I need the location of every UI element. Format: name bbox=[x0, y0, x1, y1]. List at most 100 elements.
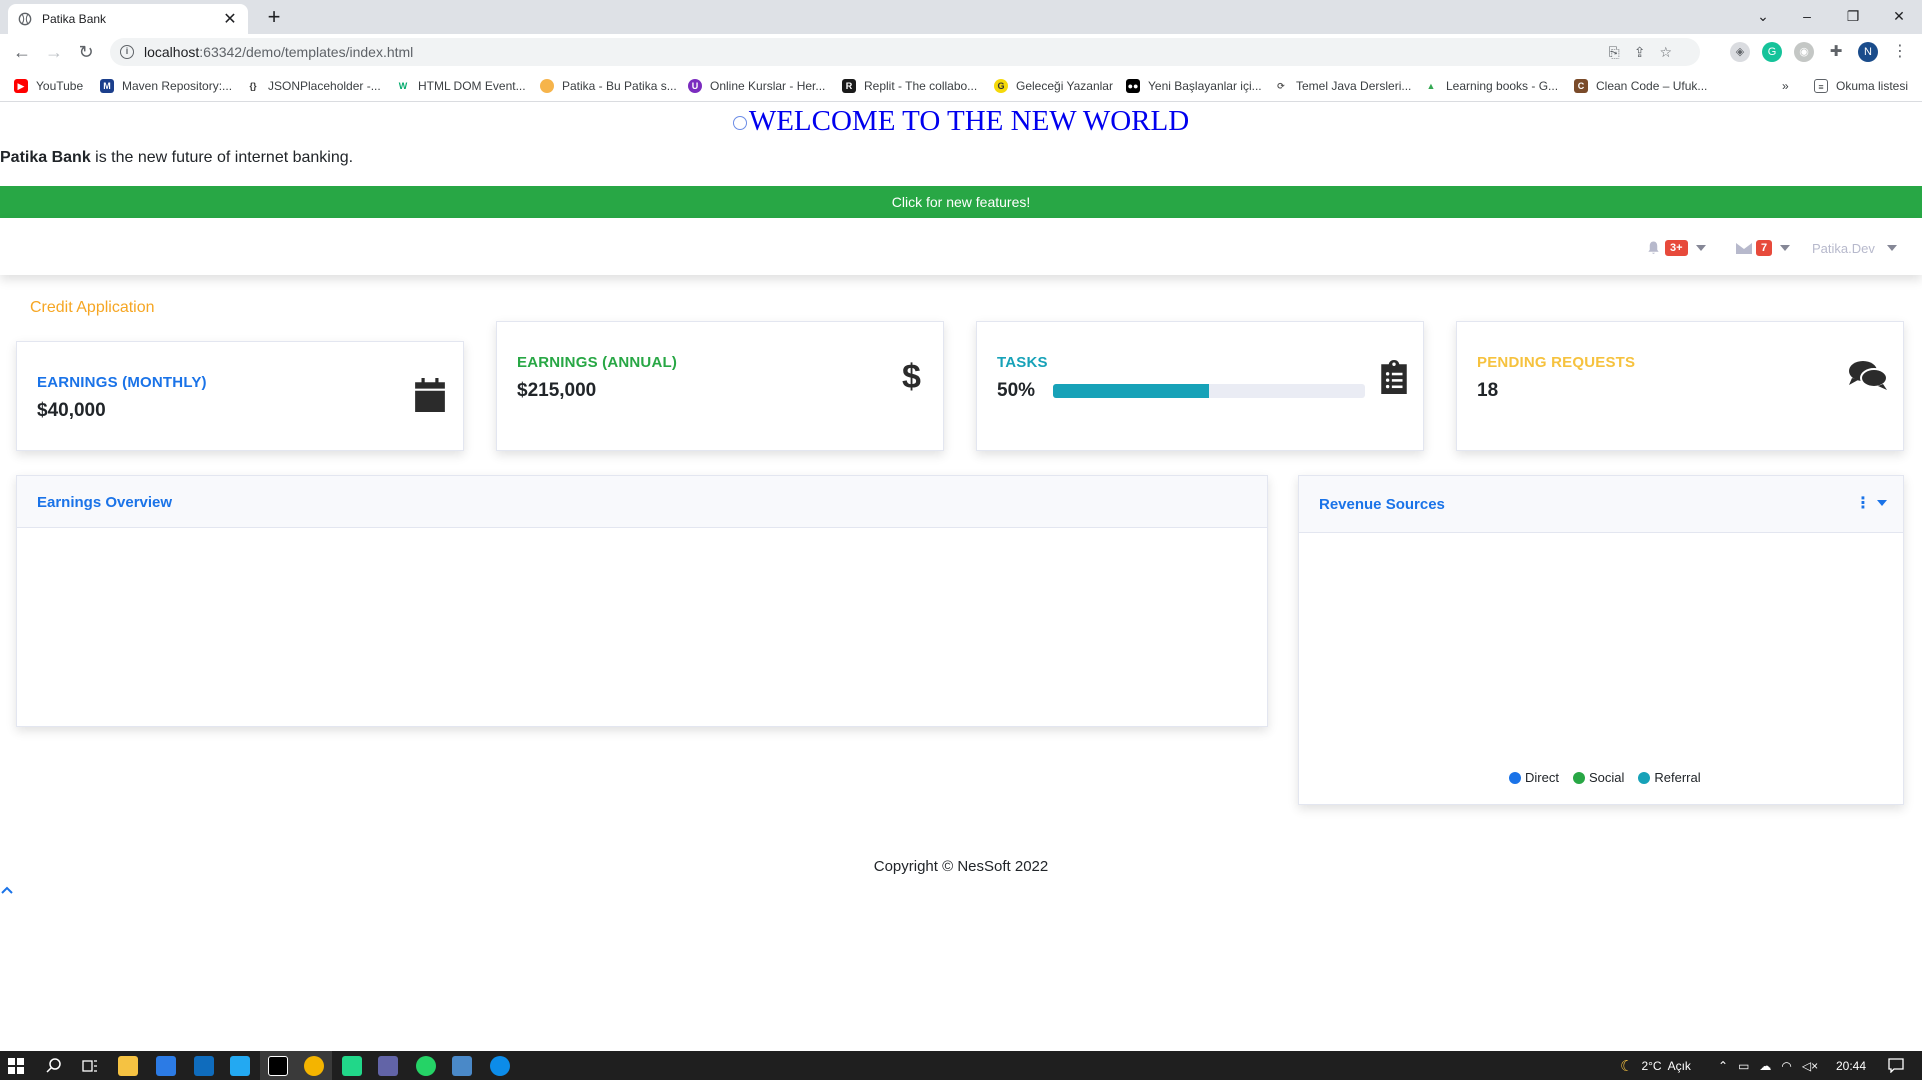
clean-code-icon: C bbox=[1574, 79, 1588, 93]
pycharm-icon[interactable] bbox=[342, 1056, 362, 1076]
teams-icon[interactable] bbox=[378, 1056, 398, 1076]
revenue-sources-title: Revenue Sources bbox=[1319, 496, 1445, 513]
comments-icon bbox=[1849, 361, 1887, 390]
windows-start-icon[interactable] bbox=[8, 1058, 24, 1074]
system-tray: ⌃ ▭ ☁ ◠ ◁× bbox=[1718, 1051, 1818, 1080]
dollar-sign-icon: $ bbox=[902, 358, 921, 392]
bookmark-youtube[interactable]: ▶ YouTube bbox=[14, 78, 83, 94]
close-tab-icon[interactable]: ✕ bbox=[222, 9, 238, 29]
battery-icon[interactable]: ▭ bbox=[1738, 1059, 1749, 1073]
bookmark-replit[interactable]: R Replit - The collabo... bbox=[842, 78, 977, 94]
intro-text: Patika Bank is the new future of interne… bbox=[0, 149, 353, 167]
task-view-icon[interactable] bbox=[82, 1058, 98, 1074]
intellij-icon[interactable] bbox=[268, 1056, 288, 1076]
file-explorer-icon[interactable] bbox=[118, 1056, 138, 1076]
edge-icon[interactable] bbox=[490, 1056, 510, 1076]
cloud-icon[interactable]: ☁ bbox=[1759, 1059, 1771, 1073]
new-tab-button[interactable]: + bbox=[262, 6, 286, 30]
caret-down-icon bbox=[1877, 500, 1887, 506]
tab-search-icon[interactable]: ⌄ bbox=[1740, 4, 1786, 28]
translate-icon[interactable]: ⎘ bbox=[1609, 44, 1620, 61]
legend-dot bbox=[1509, 771, 1521, 784]
info-icon[interactable]: i bbox=[120, 45, 134, 59]
bookmarks-bar: ▶ YouTube M Maven Repository:... {} JSONPla… bbox=[0, 70, 1922, 102]
share-icon[interactable]: ⇪ bbox=[1634, 44, 1646, 61]
w3schools-icon: W bbox=[396, 79, 410, 93]
revenue-sources-panel: Revenue Sources ⋮ Direct Social Referral bbox=[1298, 475, 1904, 805]
earnings-monthly-value: $40,000 bbox=[37, 400, 106, 421]
close-window-button[interactable]: ✕ bbox=[1876, 4, 1922, 28]
new-features-button[interactable]: Click for new features! bbox=[0, 186, 1922, 218]
bookmark-maven[interactable]: M Maven Repository:... bbox=[100, 78, 232, 94]
bookmark-clean-code[interactable]: C Clean Code – Ufuk... bbox=[1574, 78, 1707, 94]
forward-button[interactable]: → bbox=[42, 40, 66, 64]
menu-kebab-icon[interactable]: ⋮ bbox=[1890, 42, 1910, 62]
moon-icon: ☾ bbox=[1620, 1057, 1634, 1075]
browser-tab-bar: Patika Bank ✕ + ⌄ – ❐ ✕ bbox=[0, 0, 1922, 34]
maven-icon: M bbox=[100, 79, 114, 93]
mail-icon[interactable] bbox=[194, 1056, 214, 1076]
alerts-dropdown[interactable]: 3+ bbox=[1646, 236, 1706, 260]
weather-widget[interactable]: ☾ 2°C Açık bbox=[1620, 1051, 1691, 1080]
wifi-icon[interactable]: ◠ bbox=[1781, 1059, 1791, 1073]
volume-icon[interactable]: ◁× bbox=[1802, 1059, 1818, 1073]
chevron-up-icon[interactable]: ⌃ bbox=[1718, 1059, 1728, 1073]
messages-dropdown[interactable]: 7 bbox=[1736, 236, 1791, 260]
bookmark-patika[interactable]: Patika - Bu Patika s... bbox=[540, 78, 677, 94]
chrome-icon[interactable] bbox=[304, 1056, 324, 1076]
grammarly-extension-icon[interactable]: G bbox=[1762, 42, 1782, 62]
bookmark-jsonplaceholder[interactable]: {} JSONPlaceholder -... bbox=[246, 78, 381, 94]
extension-icon[interactable]: ◉ bbox=[1794, 42, 1814, 62]
weather-temperature: 2°C bbox=[1641, 1058, 1662, 1073]
bookmark-gelecegi-yazanlar[interactable]: G Geleceği Yazanlar bbox=[994, 78, 1113, 94]
bookmark-yeni-baslayanlar[interactable]: ●● Yeni Başlayanlar içi... bbox=[1126, 78, 1262, 94]
tab-title: Patika Bank bbox=[42, 12, 107, 26]
patika-icon bbox=[540, 79, 554, 93]
revenue-options-dropdown[interactable]: ⋮ bbox=[1855, 492, 1887, 514]
scroll-to-top-icon[interactable] bbox=[0, 883, 14, 897]
bookmark-learning-books[interactable]: ▲ Learning books - G... bbox=[1424, 78, 1558, 94]
reading-list-icon: ≡ bbox=[1814, 79, 1828, 93]
tasks-progress-fill bbox=[1053, 384, 1209, 398]
welcome-text: WELCOME TO THE NEW WORLD bbox=[748, 105, 1190, 137]
bookmark-html-dom[interactable]: W HTML DOM Event... bbox=[396, 78, 526, 94]
gy-icon: G bbox=[994, 79, 1008, 93]
store-icon[interactable] bbox=[156, 1056, 176, 1076]
search-icon[interactable] bbox=[46, 1058, 62, 1074]
earnings-annual-value: $215,000 bbox=[517, 380, 597, 401]
reload-button[interactable]: ↻ bbox=[74, 40, 98, 64]
page-content: WELCOME TO THE NEW WORLD Patika Bank is … bbox=[0, 103, 1922, 1051]
browser-toolbar: ← → ↻ i localhost:63342/demo/templates/i… bbox=[0, 34, 1922, 70]
tasks-progress-bar bbox=[1053, 384, 1365, 398]
minimize-button[interactable]: – bbox=[1784, 4, 1830, 28]
profile-avatar[interactable]: N bbox=[1858, 42, 1878, 62]
restore-button[interactable]: ❐ bbox=[1830, 4, 1876, 28]
user-dropdown[interactable]: Patika.Dev bbox=[1812, 236, 1897, 260]
revenue-chart-area bbox=[1299, 534, 1903, 744]
vscode-icon[interactable] bbox=[230, 1056, 250, 1076]
google-drive-icon: ▲ bbox=[1424, 79, 1438, 93]
shield-extension-icon[interactable]: ◈ bbox=[1730, 42, 1750, 62]
earnings-overview-header: Earnings Overview bbox=[17, 476, 1267, 528]
notification-center-icon[interactable] bbox=[1888, 1058, 1904, 1073]
envelope-icon bbox=[1736, 242, 1752, 254]
credit-application-link[interactable]: Credit Application bbox=[30, 299, 155, 317]
address-bar[interactable]: i localhost:63342/demo/templates/index.h… bbox=[110, 38, 1700, 66]
bookmark-temel-java[interactable]: ⟳ Temel Java Dersleri... bbox=[1274, 78, 1411, 94]
bookmark-online-kurslar[interactable]: U Online Kurslar - Her... bbox=[688, 78, 825, 94]
clock[interactable]: 20:44 bbox=[1836, 1051, 1866, 1080]
earnings-overview-title: Earnings Overview bbox=[37, 494, 173, 511]
reading-list-button[interactable]: ≡ Okuma listesi bbox=[1814, 78, 1908, 94]
legend-dot bbox=[1572, 771, 1585, 784]
whatsapp-icon[interactable] bbox=[416, 1056, 436, 1076]
earnings-annual-title: EARNINGS (ANNUAL) bbox=[517, 354, 678, 371]
keyboard-app-icon[interactable] bbox=[452, 1056, 472, 1076]
medium-icon: ●● bbox=[1126, 79, 1140, 93]
messages-badge: 7 bbox=[1756, 240, 1773, 256]
ellipsis-vertical-icon: ⋮ bbox=[1855, 495, 1871, 512]
browser-tab[interactable]: Patika Bank ✕ bbox=[8, 4, 248, 34]
puzzle-extensions-icon[interactable]: ✚ bbox=[1826, 42, 1846, 62]
bookmark-star-icon[interactable]: ☆ bbox=[1659, 44, 1672, 61]
more-bookmarks-button[interactable]: » bbox=[1782, 78, 1789, 94]
back-button[interactable]: ← bbox=[10, 40, 34, 64]
